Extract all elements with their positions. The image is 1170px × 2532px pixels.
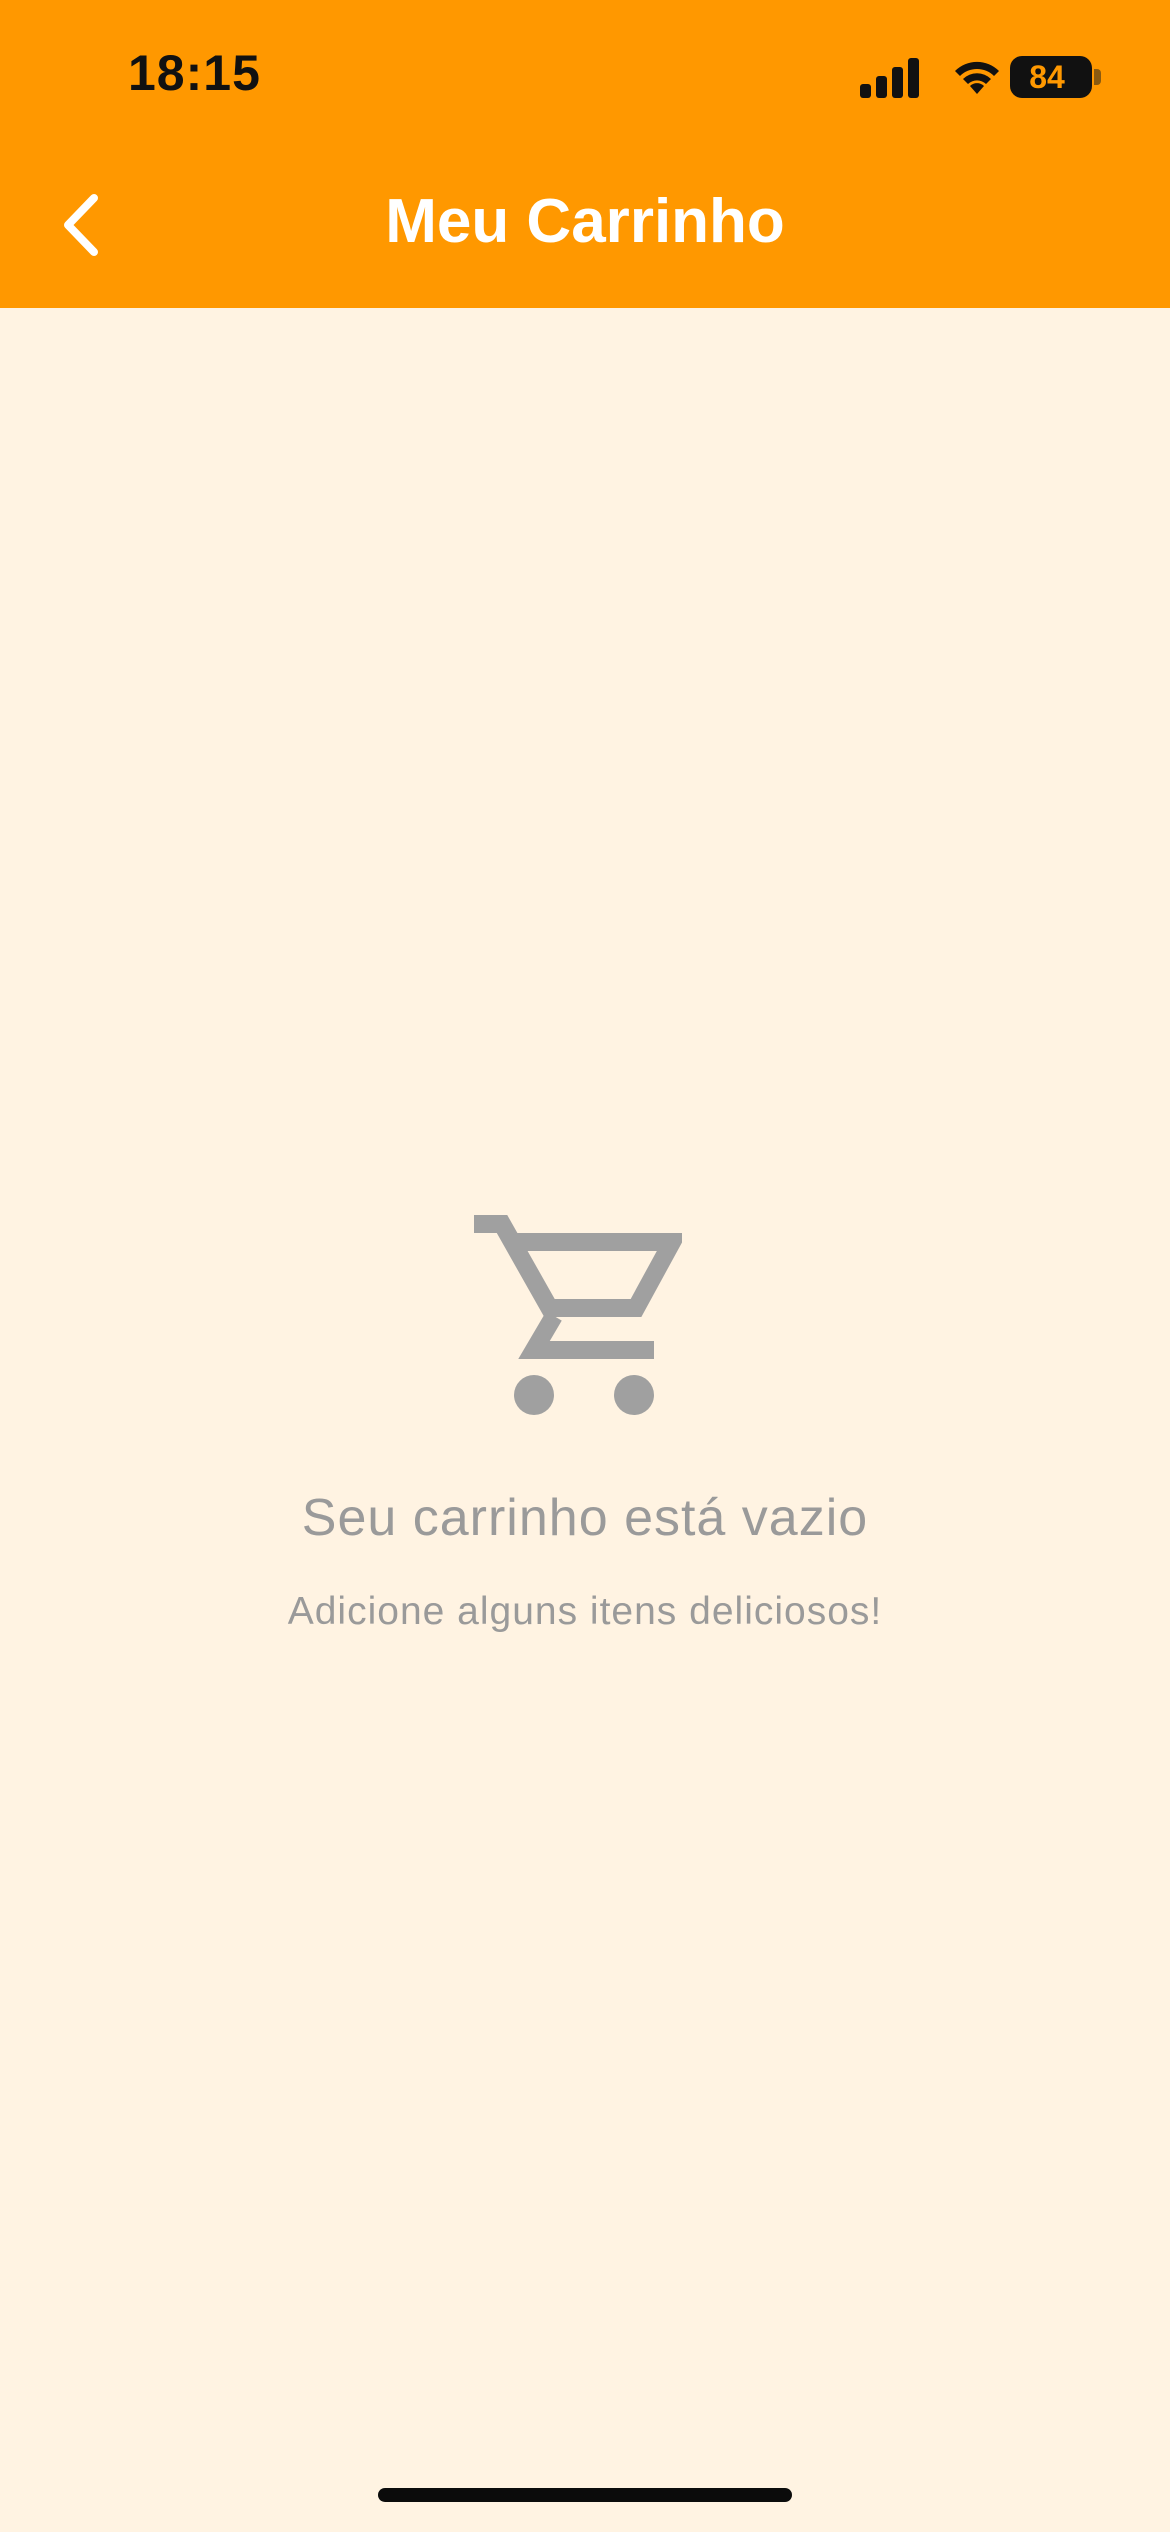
page-title: Meu Carrinho bbox=[385, 187, 785, 256]
cart-screen: 18:15 84 Meu Carrinho Seu carrinho está … bbox=[0, 0, 1170, 2532]
status-time: 18:15 bbox=[128, 45, 261, 101]
battery-cap bbox=[1094, 69, 1101, 85]
shopping-cart-icon bbox=[474, 1215, 682, 1415]
battery-level: 84 bbox=[1029, 59, 1065, 95]
wifi-icon bbox=[955, 61, 999, 94]
app-header: 18:15 84 Meu Carrinho bbox=[0, 0, 1170, 308]
cellular-signal-icon bbox=[860, 58, 919, 98]
battery-icon: 84 bbox=[1010, 56, 1101, 98]
empty-cart-subtitle: Adicione alguns itens deliciosos! bbox=[287, 1590, 883, 1633]
empty-cart-title: Seu carrinho está vazio bbox=[301, 1489, 869, 1547]
home-indicator[interactable] bbox=[378, 2488, 792, 2502]
